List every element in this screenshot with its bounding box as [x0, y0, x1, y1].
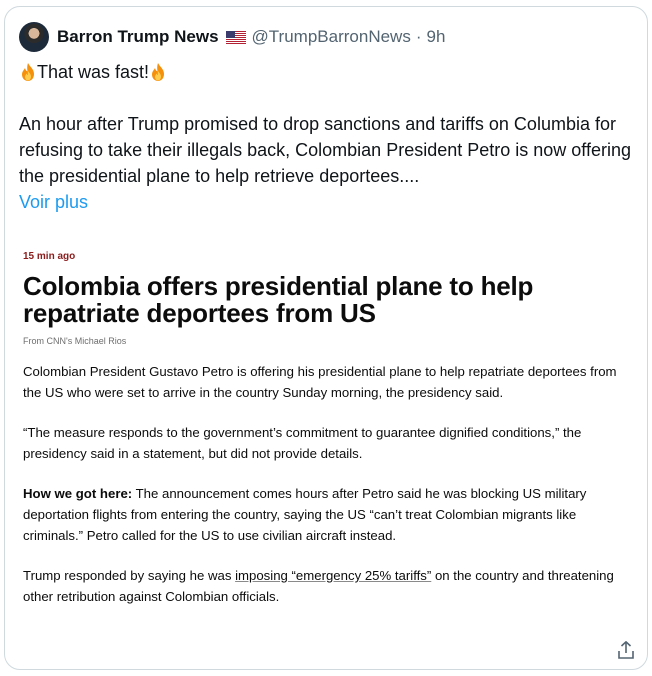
article-tariffs-link: imposing “emergency 25% tariffs”	[235, 568, 432, 583]
tweet-body: An hour after Trump promised to drop san…	[19, 114, 631, 186]
paragraph-before-link: Trump responded by saying he was	[23, 568, 236, 583]
tweet-header: Barron Trump News @TrumpBarronNews · 9h	[19, 21, 445, 53]
paragraph-lead: How we got here:	[23, 486, 133, 501]
tweet-card[interactable]: Barron Trump News @TrumpBarronNews · 9h …	[4, 6, 648, 670]
tweet-text: That was fast! An hour after Trump promi…	[19, 59, 639, 215]
article-paragraph-2: “The measure responds to the government’…	[23, 425, 582, 461]
separator-dot: ·	[415, 27, 422, 46]
author-handle[interactable]: @TrumpBarronNews	[252, 27, 411, 47]
author-name[interactable]: Barron Trump News	[57, 27, 219, 47]
us-flag-icon	[225, 30, 246, 44]
article-paragraph-3: How we got here: The announcement comes …	[23, 483, 629, 546]
fire-icon	[152, 63, 165, 81]
fire-icon	[22, 63, 34, 81]
article-headline: Colombia offers presidential plane to he…	[23, 271, 534, 328]
article-byline: From CNN's Michael Rios	[23, 336, 127, 346]
avatar[interactable]	[19, 22, 49, 52]
article-paragraph-1: Colombian President Gustavo Petro is off…	[23, 364, 617, 400]
share-icon[interactable]	[617, 640, 635, 660]
tweet-headline-text: That was fast!	[37, 62, 150, 82]
article-screenshot-image[interactable]: 15 min ago Colombia offers presidential …	[19, 235, 635, 633]
article-timestamp: 15 min ago	[23, 251, 76, 262]
article-body: Colombian President Gustavo Petro is off…	[23, 361, 629, 626]
tweet-first-line: That was fast!	[19, 59, 639, 85]
show-more-link[interactable]: Voir plus	[19, 189, 639, 215]
tweet-time[interactable]: 9h	[427, 27, 446, 47]
article-paragraph-4: Trump responded by saying he was imposin…	[23, 565, 629, 607]
